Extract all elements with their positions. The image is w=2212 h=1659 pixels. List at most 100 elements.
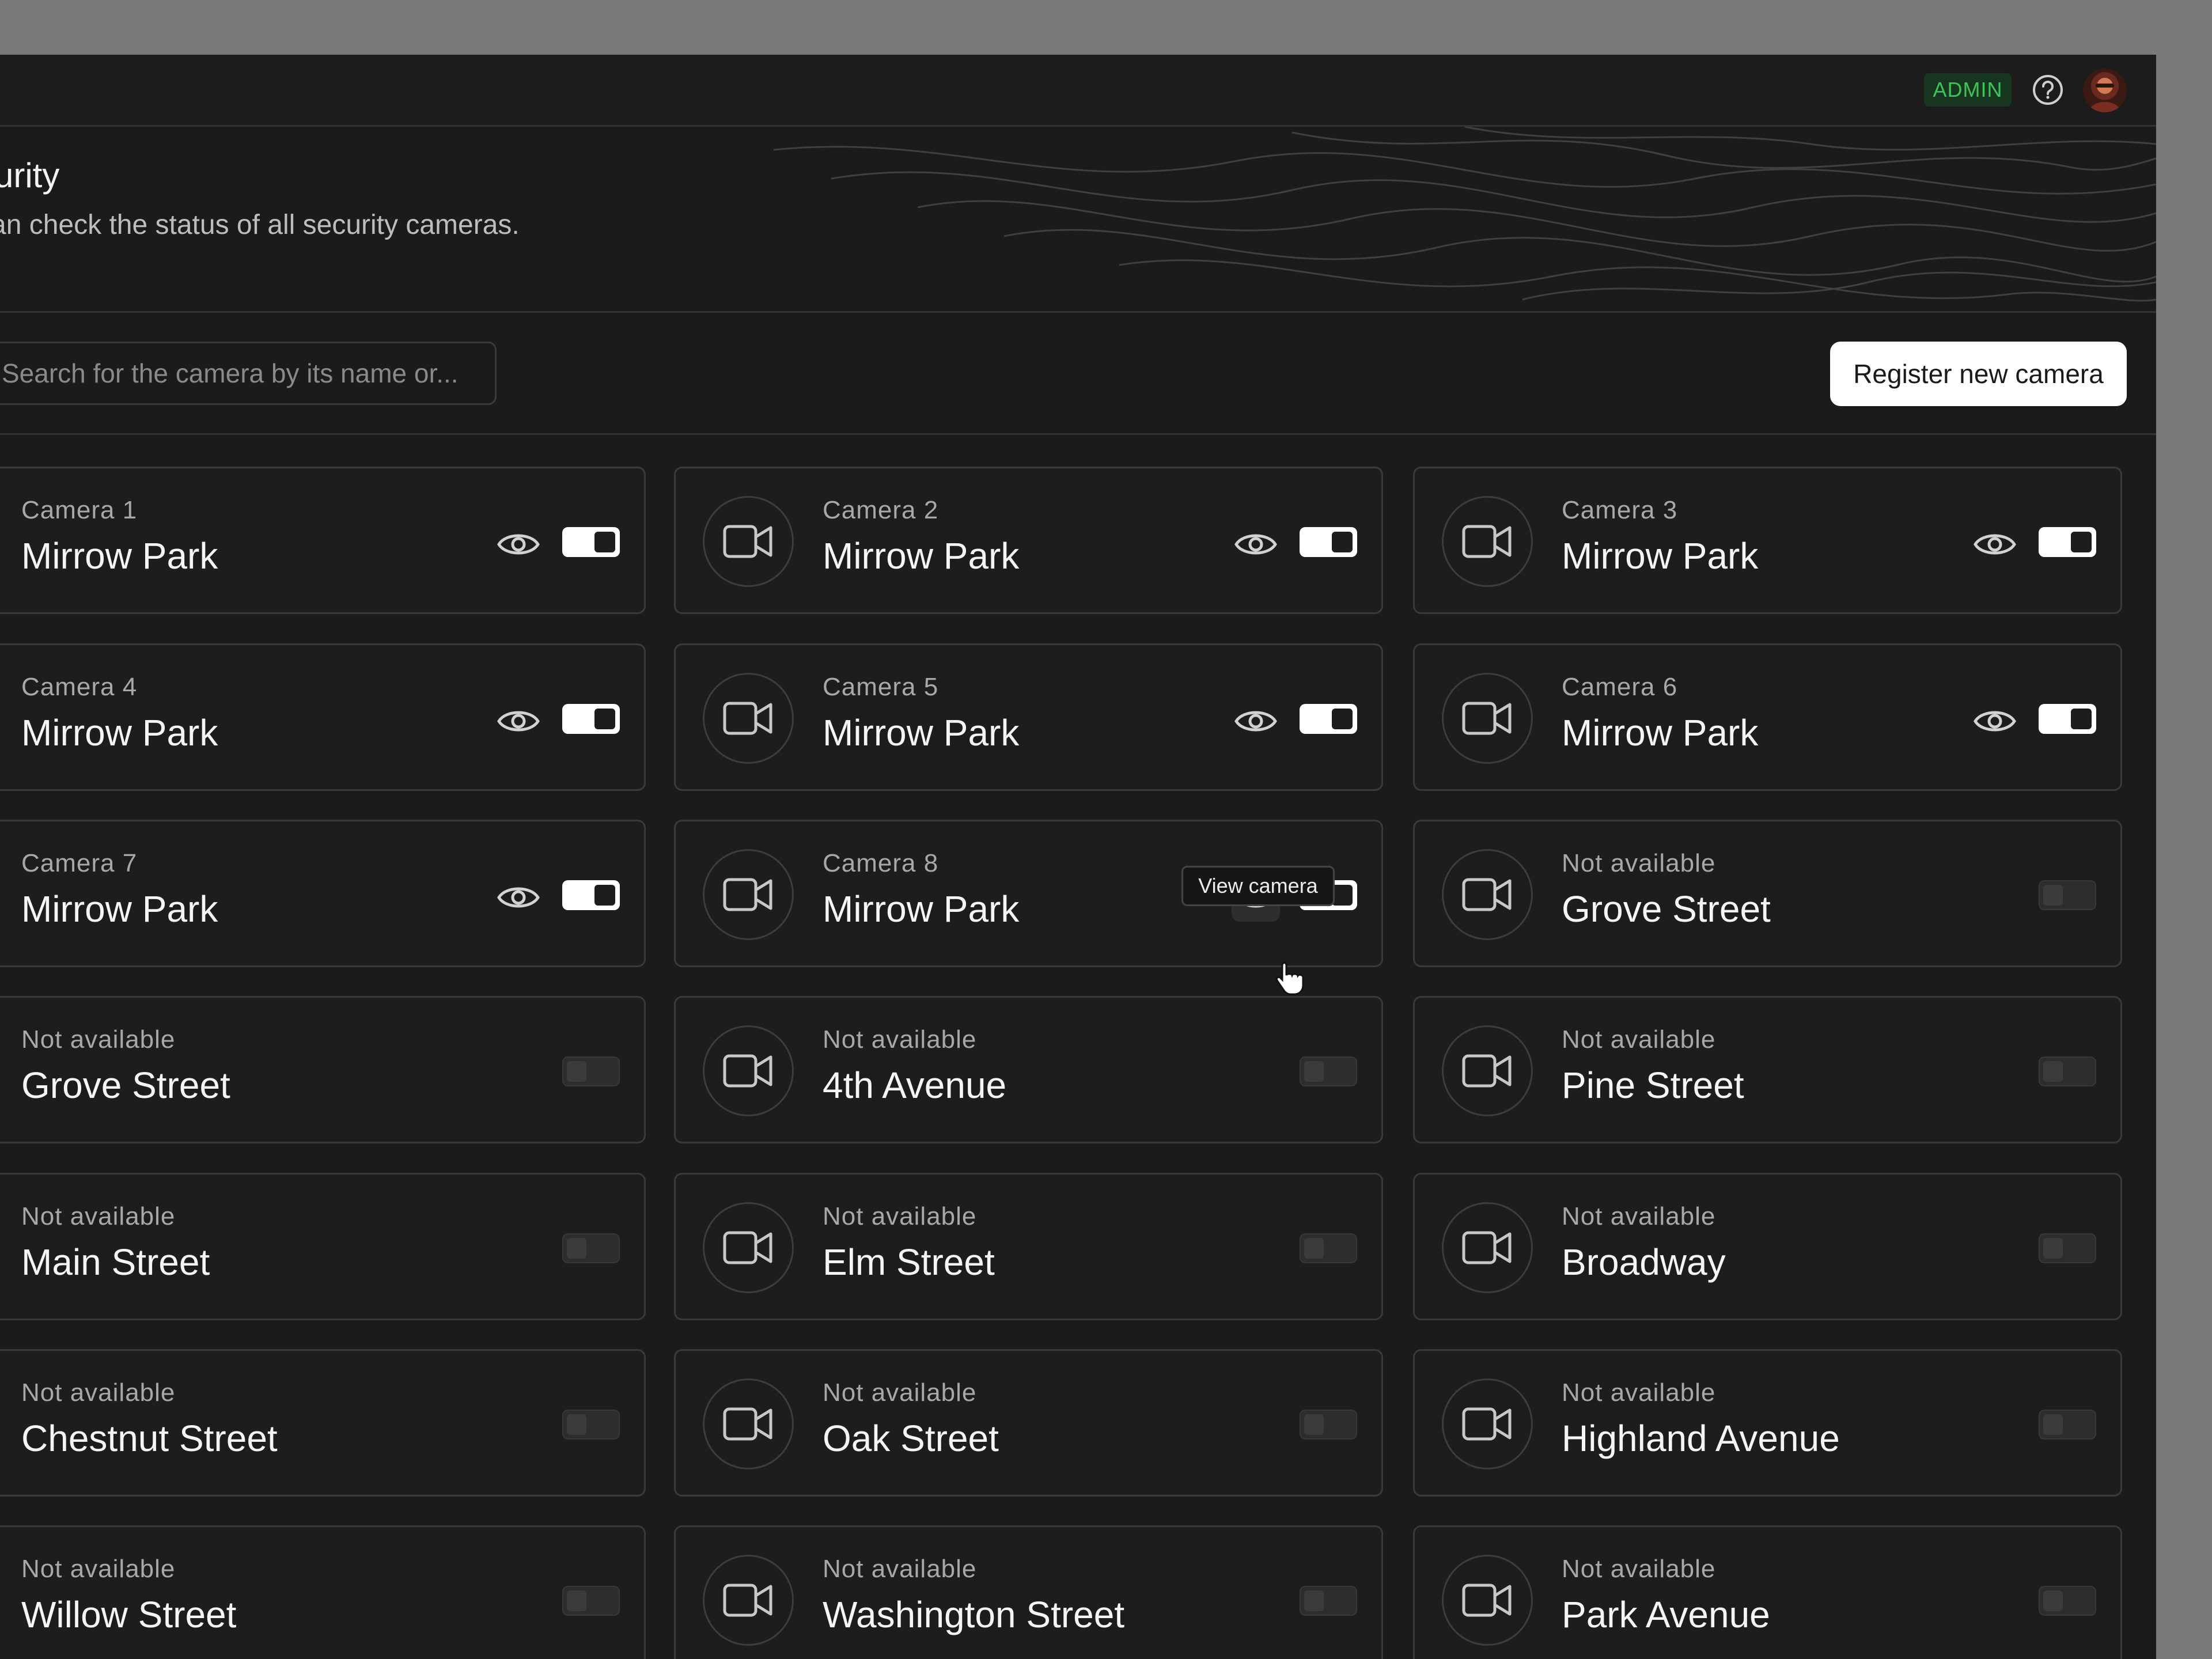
page-subtitle: can check the status of all security cam… xyxy=(0,210,520,240)
video-camera-icon xyxy=(1442,673,1533,764)
camera-toggle xyxy=(562,1586,620,1616)
camera-location: Mirrow Park xyxy=(823,535,1020,577)
camera-card[interactable]: Not available Chestnut Street xyxy=(0,1349,646,1497)
camera-label: Not available xyxy=(823,1378,977,1407)
camera-card[interactable]: Not available Park Avenue xyxy=(1413,1525,2122,1659)
toggle-knob xyxy=(2071,532,2092,552)
camera-card[interactable]: Not available 4th Avenue xyxy=(674,996,1383,1143)
camera-label: Camera 1 xyxy=(21,496,138,524)
camera-label: Not available xyxy=(823,1555,977,1583)
view-camera-eye-icon[interactable] xyxy=(1971,520,2019,569)
toolbar: Register new camera xyxy=(0,313,2156,435)
video-camera-icon xyxy=(1442,1202,1533,1293)
video-camera-icon xyxy=(1442,1555,1533,1646)
camera-location: Elm Street xyxy=(823,1241,995,1283)
toggle-knob xyxy=(1332,885,1353,906)
camera-location: Pine Street xyxy=(1562,1065,1744,1106)
toggle-knob xyxy=(567,1061,586,1082)
camera-card[interactable]: Not available Highland Avenue xyxy=(1413,1349,2122,1497)
toggle-knob xyxy=(2043,1238,2063,1259)
camera-label: Camera 4 xyxy=(21,673,138,701)
view-camera-eye-icon[interactable] xyxy=(494,697,543,745)
camera-toggle xyxy=(2039,880,2096,910)
register-camera-button[interactable]: Register new camera xyxy=(1830,342,2127,406)
camera-location: Mirrow Park xyxy=(1562,712,1759,753)
camera-label: Not available xyxy=(823,1202,977,1230)
camera-toggle xyxy=(2039,1233,2096,1263)
camera-card[interactable]: Not available Washington Street xyxy=(674,1525,1383,1659)
toggle-knob xyxy=(1304,1061,1324,1082)
camera-card[interactable]: Camera 4 Mirrow Park xyxy=(0,643,646,791)
camera-label: Not available xyxy=(1562,1025,1716,1054)
video-camera-icon xyxy=(1442,496,1533,587)
camera-toggle[interactable] xyxy=(1300,704,1357,734)
camera-label: Camera 7 xyxy=(21,849,138,877)
view-camera-eye-icon[interactable] xyxy=(1971,697,2019,745)
camera-card[interactable]: Not available Grove Street xyxy=(1413,820,2122,967)
toggle-knob xyxy=(2043,1061,2063,1082)
camera-card[interactable]: Not available Broadway xyxy=(1413,1173,2122,1320)
camera-location: Main Street xyxy=(21,1241,210,1283)
camera-toggle xyxy=(1300,1233,1357,1263)
toggle-knob xyxy=(1332,709,1353,729)
view-camera-eye-icon[interactable] xyxy=(1232,697,1280,745)
avatar[interactable] xyxy=(2083,69,2127,112)
search-input[interactable] xyxy=(0,342,497,405)
camera-toggle[interactable] xyxy=(562,704,620,734)
toggle-knob xyxy=(567,1414,586,1435)
view-camera-tooltip: View camera xyxy=(1181,866,1335,906)
camera-card[interactable]: Camera 1 Mirrow Park xyxy=(0,467,646,614)
camera-label: Not available xyxy=(21,1202,176,1230)
camera-card[interactable]: Camera 5 Mirrow Park xyxy=(674,643,1383,791)
help-circle-icon[interactable] xyxy=(2031,73,2065,107)
camera-toggle[interactable] xyxy=(562,880,620,910)
camera-toggle xyxy=(1300,1056,1357,1086)
video-camera-icon xyxy=(1442,1025,1533,1116)
view-camera-eye-icon[interactable] xyxy=(494,873,543,922)
camera-card[interactable]: Camera 6 Mirrow Park xyxy=(1413,643,2122,791)
camera-card[interactable]: Not available Oak Street xyxy=(674,1349,1383,1497)
camera-card[interactable]: Not available Main Street xyxy=(0,1173,646,1320)
camera-location: Chestnut Street xyxy=(21,1418,278,1459)
toggle-knob xyxy=(2043,885,2063,906)
view-camera-eye-icon[interactable] xyxy=(1232,520,1280,569)
camera-label: Camera 6 xyxy=(1562,673,1678,701)
view-camera-eye-icon[interactable] xyxy=(494,520,543,569)
video-camera-icon xyxy=(703,1378,794,1469)
toggle-knob xyxy=(2043,1414,2063,1435)
camera-location: Willow Street xyxy=(21,1594,237,1635)
camera-toggle xyxy=(2039,1056,2096,1086)
camera-location: Washington Street xyxy=(823,1594,1125,1635)
camera-toggle[interactable] xyxy=(2039,704,2096,734)
camera-label: Camera 5 xyxy=(823,673,939,701)
video-camera-icon xyxy=(703,1202,794,1293)
camera-card[interactable]: Not available Pine Street xyxy=(1413,996,2122,1143)
page-header: curity can check the status of all secur… xyxy=(0,127,2156,313)
toggle-knob xyxy=(2071,709,2092,729)
camera-card[interactable]: Not available Grove Street xyxy=(0,996,646,1143)
camera-label: Not available xyxy=(21,1555,176,1583)
top-bar: ADMIN xyxy=(0,55,2156,127)
camera-toggle xyxy=(562,1056,620,1086)
camera-location: Grove Street xyxy=(1562,888,1771,930)
camera-toggle xyxy=(1300,1586,1357,1616)
camera-toggle[interactable] xyxy=(2039,527,2096,557)
pointer-cursor-icon xyxy=(1275,961,1304,995)
camera-card[interactable]: Camera 2 Mirrow Park xyxy=(674,467,1383,614)
video-camera-icon xyxy=(703,673,794,764)
camera-location: Oak Street xyxy=(823,1418,999,1459)
camera-label: Not available xyxy=(1562,1202,1716,1230)
camera-card[interactable]: Not available Willow Street xyxy=(0,1525,646,1659)
camera-label: Not available xyxy=(21,1025,176,1054)
camera-toggle[interactable] xyxy=(1300,527,1357,557)
camera-label: Not available xyxy=(1562,849,1716,877)
camera-card[interactable]: Not available Elm Street xyxy=(674,1173,1383,1320)
camera-location: Mirrow Park xyxy=(1562,535,1759,577)
camera-toggle[interactable] xyxy=(562,527,620,557)
camera-label: Camera 8 xyxy=(823,849,939,877)
camera-card[interactable]: Camera 3 Mirrow Park xyxy=(1413,467,2122,614)
topographic-pattern xyxy=(774,127,2156,302)
camera-card[interactable]: Camera 7 Mirrow Park xyxy=(0,820,646,967)
app-window: ADMIN rity can check the status of all s… xyxy=(0,55,2156,1659)
camera-location: Grove Street xyxy=(21,1065,230,1106)
